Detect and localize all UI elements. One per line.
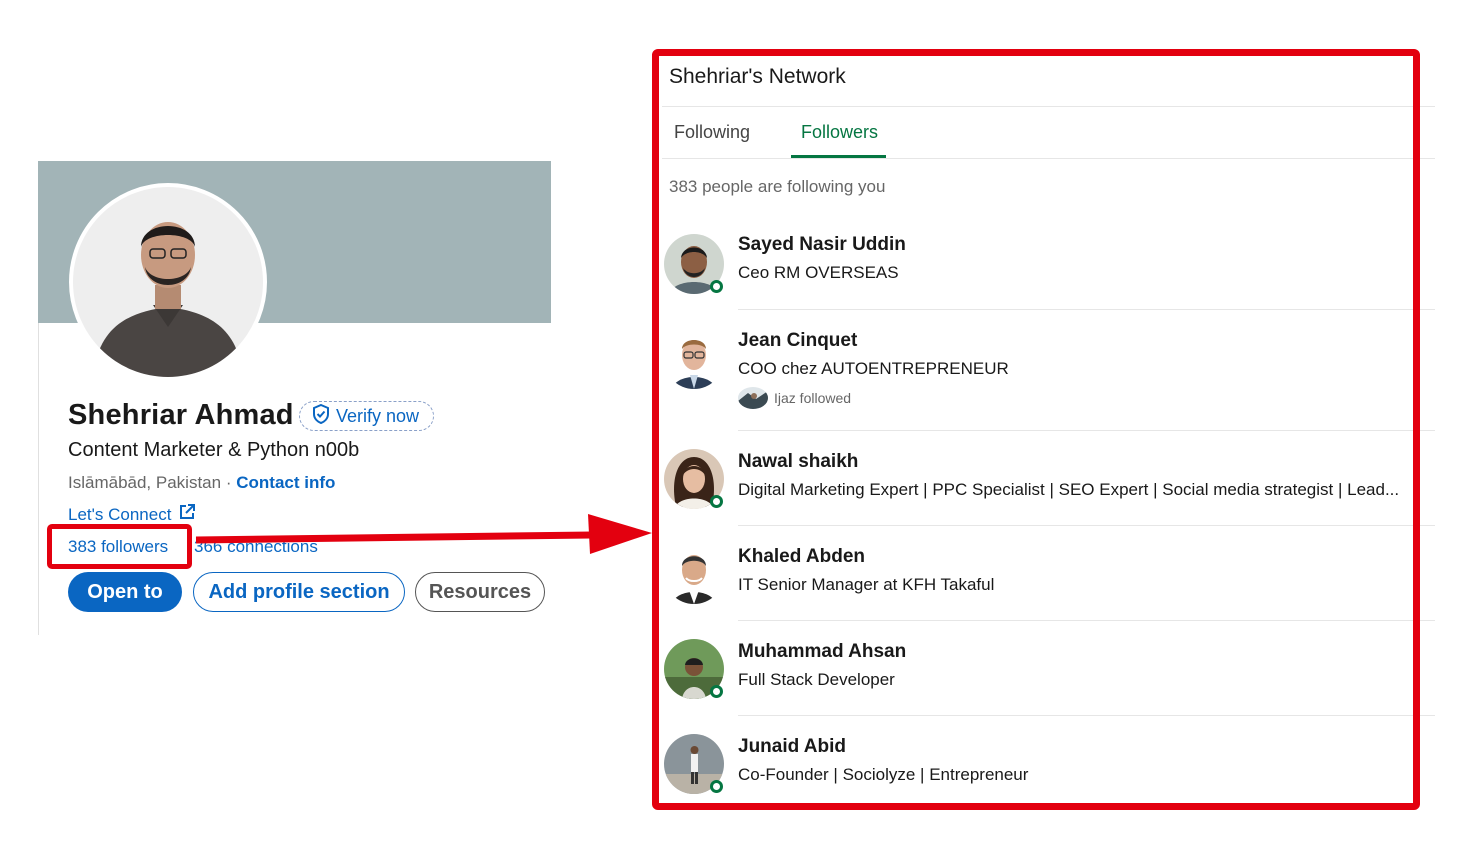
row-divider [738, 715, 1435, 716]
mutual-insight-text: Ijaz followed [774, 390, 852, 406]
add-profile-section-button[interactable]: Add profile section [193, 572, 405, 612]
verify-now-label: Verify now [336, 405, 420, 426]
location-separator: · [225, 473, 232, 492]
card-border [38, 323, 39, 635]
mutual-avatar [738, 387, 768, 409]
divider [662, 158, 1435, 159]
follower-name[interactable]: Junaid Abid [738, 736, 846, 758]
location-text: Islāmābād, Pakistan [68, 473, 222, 492]
row-divider [738, 309, 1435, 310]
follower-name[interactable]: Khaled Abden [738, 546, 865, 568]
followers-count-text: 383 people are following you [669, 177, 886, 196]
follower-name[interactable]: Muhammad Ahsan [738, 641, 906, 663]
online-status-icon [710, 495, 723, 508]
verify-now-button[interactable]: Verify now [299, 401, 435, 431]
online-status-icon [710, 780, 723, 793]
follower-name[interactable]: Sayed Nasir Uddin [738, 234, 906, 256]
profile-name: Shehriar Ahmad [68, 399, 294, 431]
follower-headline: Co-Founder | Sociolyze | Entrepreneur [738, 765, 1029, 784]
network-title: Shehriar's Network [669, 65, 846, 88]
profile-photo[interactable] [69, 183, 267, 381]
tab-following[interactable]: Following [674, 122, 750, 143]
follower-avatar[interactable] [664, 329, 724, 389]
online-status-icon [710, 685, 723, 698]
contact-info-link[interactable]: Contact info [236, 473, 335, 492]
follower-name[interactable]: Jean Cinquet [738, 330, 857, 352]
row-divider [738, 430, 1435, 431]
website-link[interactable]: Let's Connect [68, 504, 196, 525]
location-row: Islāmābād, Pakistan · Contact info [68, 473, 335, 493]
open-to-button[interactable]: Open to [68, 572, 182, 612]
network-panel: Shehriar's Network Following Followers 3… [652, 49, 1435, 810]
mutual-insight: Ijaz followed [738, 387, 851, 409]
follower-headline: IT Senior Manager at KFH Takaful [738, 575, 995, 594]
follower-headline: Ceo RM OVERSEAS [738, 263, 899, 282]
row-divider [738, 620, 1435, 621]
followers-highlight-box [47, 524, 192, 569]
follower-name[interactable]: Nawal shaikh [738, 451, 858, 473]
website-label: Let's Connect [68, 504, 172, 524]
shield-check-icon [312, 403, 330, 429]
external-link-icon [179, 504, 196, 525]
connections-link[interactable]: 366 connections [194, 537, 318, 557]
resources-button[interactable]: Resources [415, 572, 545, 612]
follower-headline: Full Stack Developer [738, 670, 895, 689]
divider [662, 106, 1435, 107]
row-divider [738, 525, 1435, 526]
follower-headline: Digital Marketing Expert | PPC Specialis… [738, 480, 1400, 499]
tab-followers[interactable]: Followers [801, 122, 878, 143]
online-status-icon [710, 280, 723, 293]
follower-avatar[interactable] [664, 544, 724, 604]
follower-headline: COO chez AUTOENTREPRENEUR [738, 359, 1009, 378]
profile-headline: Content Marketer & Python n00b [68, 439, 360, 461]
